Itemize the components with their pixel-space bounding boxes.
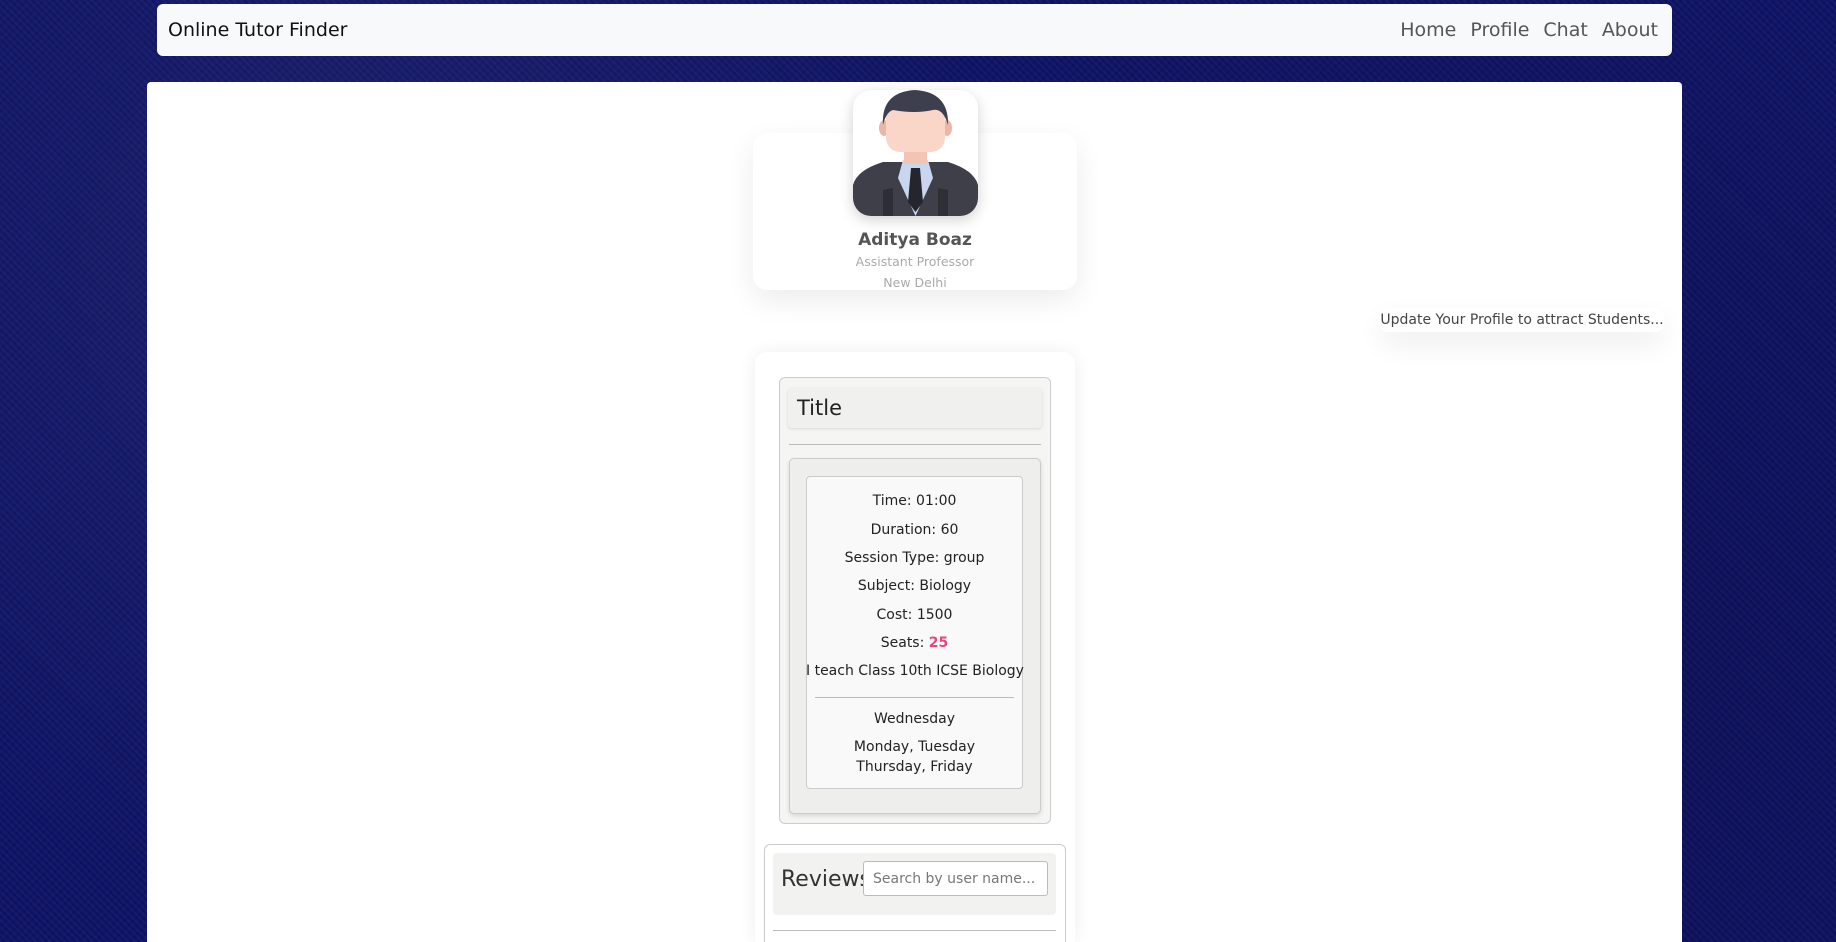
person-avatar-icon bbox=[853, 90, 978, 216]
reviews-title: Reviews bbox=[781, 867, 871, 892]
seats-count: 25 bbox=[928, 635, 949, 651]
nav-profile-link[interactable]: Profile bbox=[1470, 19, 1529, 41]
nav-home-link[interactable]: Home bbox=[1400, 19, 1456, 41]
nav-links: Home Profile Chat About bbox=[1400, 19, 1658, 41]
session-description: I teach Class 10th ICSE Biology bbox=[806, 663, 1024, 679]
nav-about-link[interactable]: About bbox=[1602, 19, 1658, 41]
profile-city: New Delhi bbox=[883, 275, 947, 290]
session-duration: Duration: 60 bbox=[870, 522, 959, 538]
profile-name: Aditya Boaz bbox=[858, 230, 972, 250]
session-type: Session Type: group bbox=[844, 550, 985, 566]
session-day-primary: Wednesday bbox=[873, 711, 956, 727]
nav-chat-link[interactable]: Chat bbox=[1543, 19, 1587, 41]
brand-link[interactable]: Online Tutor Finder bbox=[168, 19, 347, 41]
divider bbox=[789, 444, 1041, 445]
divider bbox=[815, 697, 1014, 698]
seats-label: Seats: bbox=[880, 635, 929, 651]
review-search-input[interactable] bbox=[863, 861, 1048, 896]
navbar: Online Tutor Finder Home Profile Chat Ab… bbox=[157, 4, 1672, 56]
session-cost: Cost: 1500 bbox=[876, 607, 953, 623]
update-profile-notice: Update Your Profile to attract Students.… bbox=[1380, 308, 1664, 332]
session-seats: Seats: 25 bbox=[806, 635, 1023, 651]
profile-role: Assistant Professor bbox=[855, 254, 975, 269]
session-days-line2: Thursday, Friday bbox=[856, 759, 973, 775]
session-days-line1: Monday, Tuesday bbox=[853, 739, 976, 755]
session-title: Title bbox=[788, 388, 1042, 428]
session-time: Time: 01:00 bbox=[872, 493, 957, 509]
divider bbox=[773, 930, 1056, 931]
session-subject: Subject: Biology bbox=[857, 578, 972, 594]
